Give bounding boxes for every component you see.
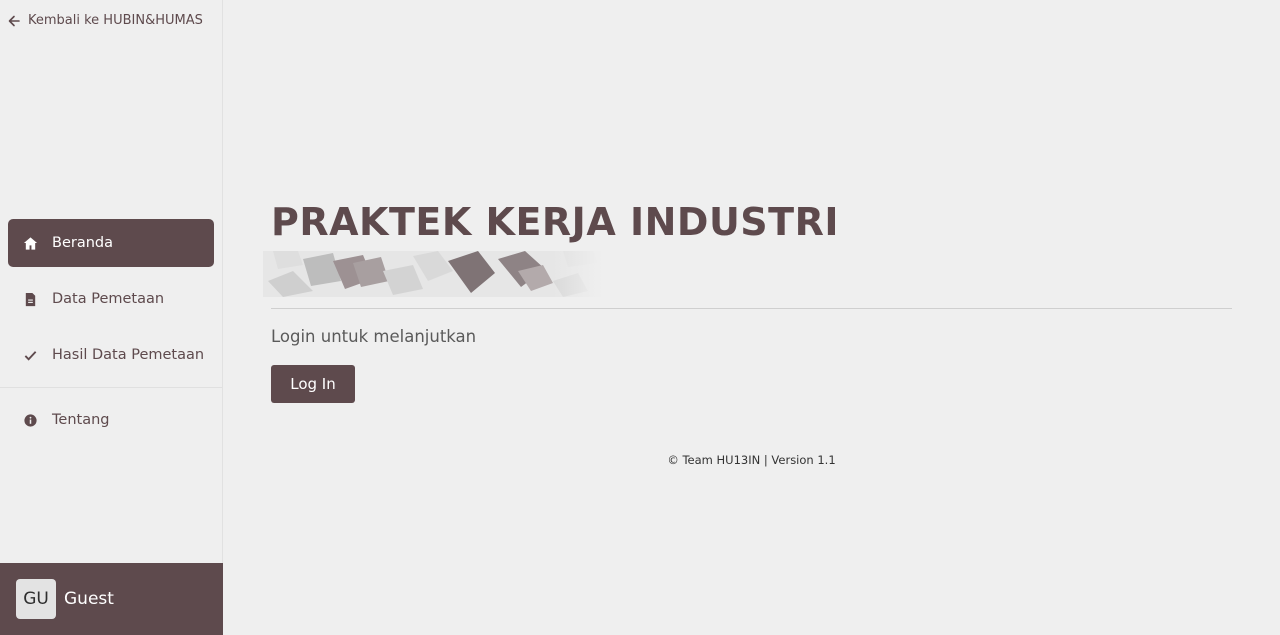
divider bbox=[271, 308, 1232, 309]
sidebar-item-data-pemetaan[interactable]: Data Pemetaan bbox=[8, 275, 214, 323]
sidebar-item-beranda[interactable]: Beranda bbox=[8, 219, 214, 267]
sidebar-item-label: Hasil Data Pemetaan bbox=[52, 347, 205, 363]
sidebar-nav: Beranda Data Pemetaan Hasil Data Pemetaa… bbox=[0, 219, 222, 452]
page-title: PRAKTEK KERJA INDUSTRI bbox=[271, 200, 839, 244]
sidebar-item-label: Tentang bbox=[52, 412, 110, 428]
check-icon bbox=[22, 347, 38, 363]
decorative-banner bbox=[263, 251, 603, 297]
sidebar-item-label: Data Pemetaan bbox=[52, 291, 165, 307]
avatar: GU bbox=[16, 579, 56, 619]
login-button[interactable]: Log In bbox=[271, 365, 355, 403]
info-icon bbox=[22, 412, 38, 428]
back-link-label: Kembali ke HUBIN&HUMAS bbox=[28, 13, 203, 28]
footer: © Team HU13IN | Version 1.1 bbox=[667, 453, 836, 467]
sidebar-item-hasil-data-pemetaan[interactable]: Hasil Data Pemetaan bbox=[8, 331, 214, 379]
user-name: Guest bbox=[64, 589, 114, 609]
nav-divider bbox=[0, 387, 222, 388]
login-prompt: Login untuk melanjutkan bbox=[271, 327, 477, 346]
sidebar-item-label: Beranda bbox=[52, 235, 113, 251]
user-bar[interactable]: GU Guest bbox=[0, 563, 223, 635]
back-link[interactable]: Kembali ke HUBIN&HUMAS bbox=[8, 13, 203, 28]
home-icon bbox=[22, 235, 38, 251]
sidebar: Kembali ke HUBIN&HUMAS Beranda Data Peme… bbox=[0, 0, 223, 635]
document-icon bbox=[22, 291, 38, 307]
main-content: PRAKTEK KERJA INDUSTRI Login untuk melan… bbox=[223, 0, 1280, 635]
sidebar-item-tentang[interactable]: Tentang bbox=[8, 396, 214, 444]
arrow-left-icon bbox=[8, 15, 20, 26]
